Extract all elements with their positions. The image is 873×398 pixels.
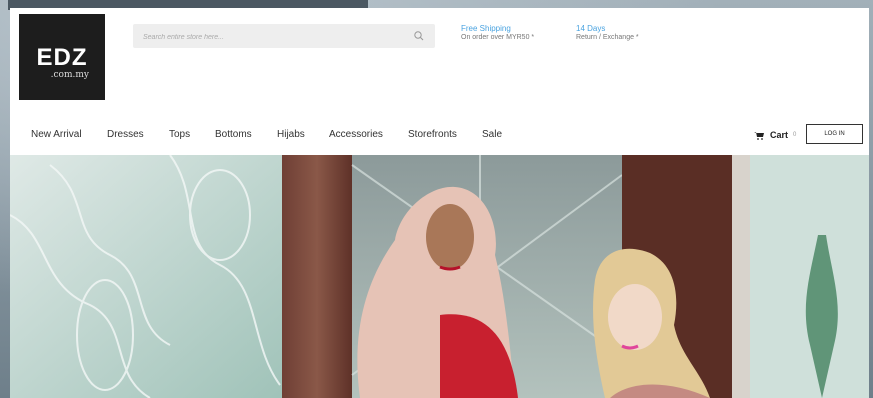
promo-subtitle: On order over MYR50 * [461, 34, 535, 41]
promo-return-exchange: 14 Days Return / Exchange * [576, 24, 639, 42]
cart-icon [754, 132, 764, 141]
cart-count: 0 [793, 132, 797, 138]
hero-banner[interactable] [10, 155, 869, 398]
nav-item-sale[interactable]: Sale [482, 124, 502, 146]
hero-image [10, 155, 869, 398]
search-input[interactable] [141, 28, 405, 46]
promo-subtitle: Return / Exchange * [576, 34, 639, 41]
nav-item-accessories[interactable]: Accessories [329, 124, 383, 146]
main-nav: New Arrival Dresses Tops Bottoms Hijabs … [10, 124, 869, 146]
nav-item-storefronts[interactable]: Storefronts [408, 124, 457, 146]
store-page: EDZ .com.my Free Shipping On order over … [10, 8, 869, 398]
site-logo[interactable]: EDZ .com.my [19, 14, 105, 100]
nav-item-hijabs[interactable]: Hijabs [277, 124, 305, 146]
search-box [133, 24, 435, 48]
nav-item-new-arrival[interactable]: New Arrival [31, 124, 82, 146]
login-button[interactable]: LOG IN [806, 124, 863, 144]
promo-free-shipping: Free Shipping On order over MYR50 * [461, 24, 534, 42]
promo-title: Free Shipping [461, 24, 511, 33]
cart-link[interactable]: Cart 0 [754, 124, 796, 146]
search-icon[interactable] [413, 30, 425, 42]
nav-item-bottoms[interactable]: Bottoms [215, 124, 252, 146]
promo-title: 14 Days [576, 24, 606, 33]
logo-brand-name: EDZ [36, 44, 88, 71]
nav-item-tops[interactable]: Tops [169, 124, 190, 146]
nav-item-dresses[interactable]: Dresses [107, 124, 144, 146]
cart-label: Cart [770, 130, 789, 140]
logo-domain: .com.my [50, 70, 89, 80]
